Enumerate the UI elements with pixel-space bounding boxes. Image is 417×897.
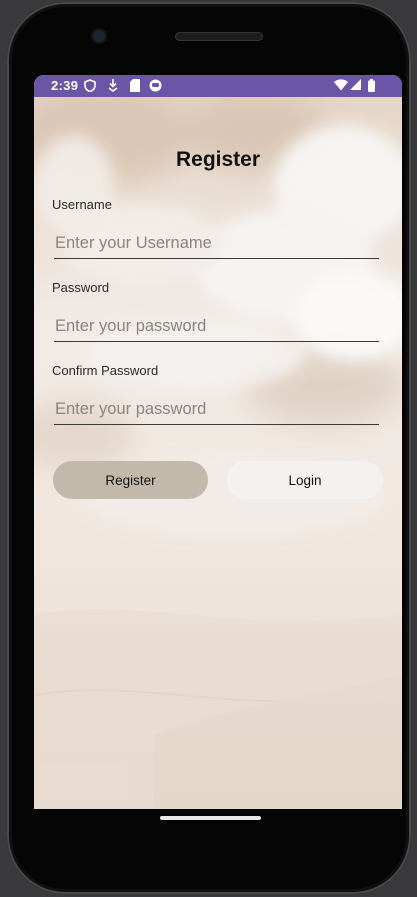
- earpiece-speaker: [175, 32, 263, 41]
- confirm-password-input[interactable]: [54, 394, 379, 425]
- download-icon: [108, 79, 118, 92]
- battery-icon: [368, 79, 375, 92]
- phone-frame: 2:39 Register Username Enter your Userna…: [7, 2, 411, 894]
- shield-icon: [84, 79, 96, 92]
- password-input[interactable]: [54, 311, 379, 342]
- login-button[interactable]: Login: [227, 461, 383, 499]
- front-camera: [93, 30, 105, 42]
- password-label: Password: [52, 280, 110, 295]
- home-indicator[interactable]: [160, 816, 261, 820]
- signal-icon: [350, 79, 361, 90]
- background-clouds-image: [34, 75, 402, 809]
- page-title: Register: [175, 148, 261, 171]
- app-screen: 2:39 Register Username Enter your Userna…: [34, 75, 402, 809]
- status-time: 2:39: [51, 78, 79, 93]
- confirm-password-label: Confirm Password: [52, 363, 159, 378]
- username-input[interactable]: [54, 228, 379, 259]
- sim-card-icon: [130, 79, 140, 92]
- register-button[interactable]: Register: [53, 461, 208, 499]
- status-bar: 2:39: [34, 75, 402, 97]
- wifi-icon: [334, 79, 348, 91]
- android-icon: [149, 79, 162, 92]
- username-label: Username: [52, 197, 112, 212]
